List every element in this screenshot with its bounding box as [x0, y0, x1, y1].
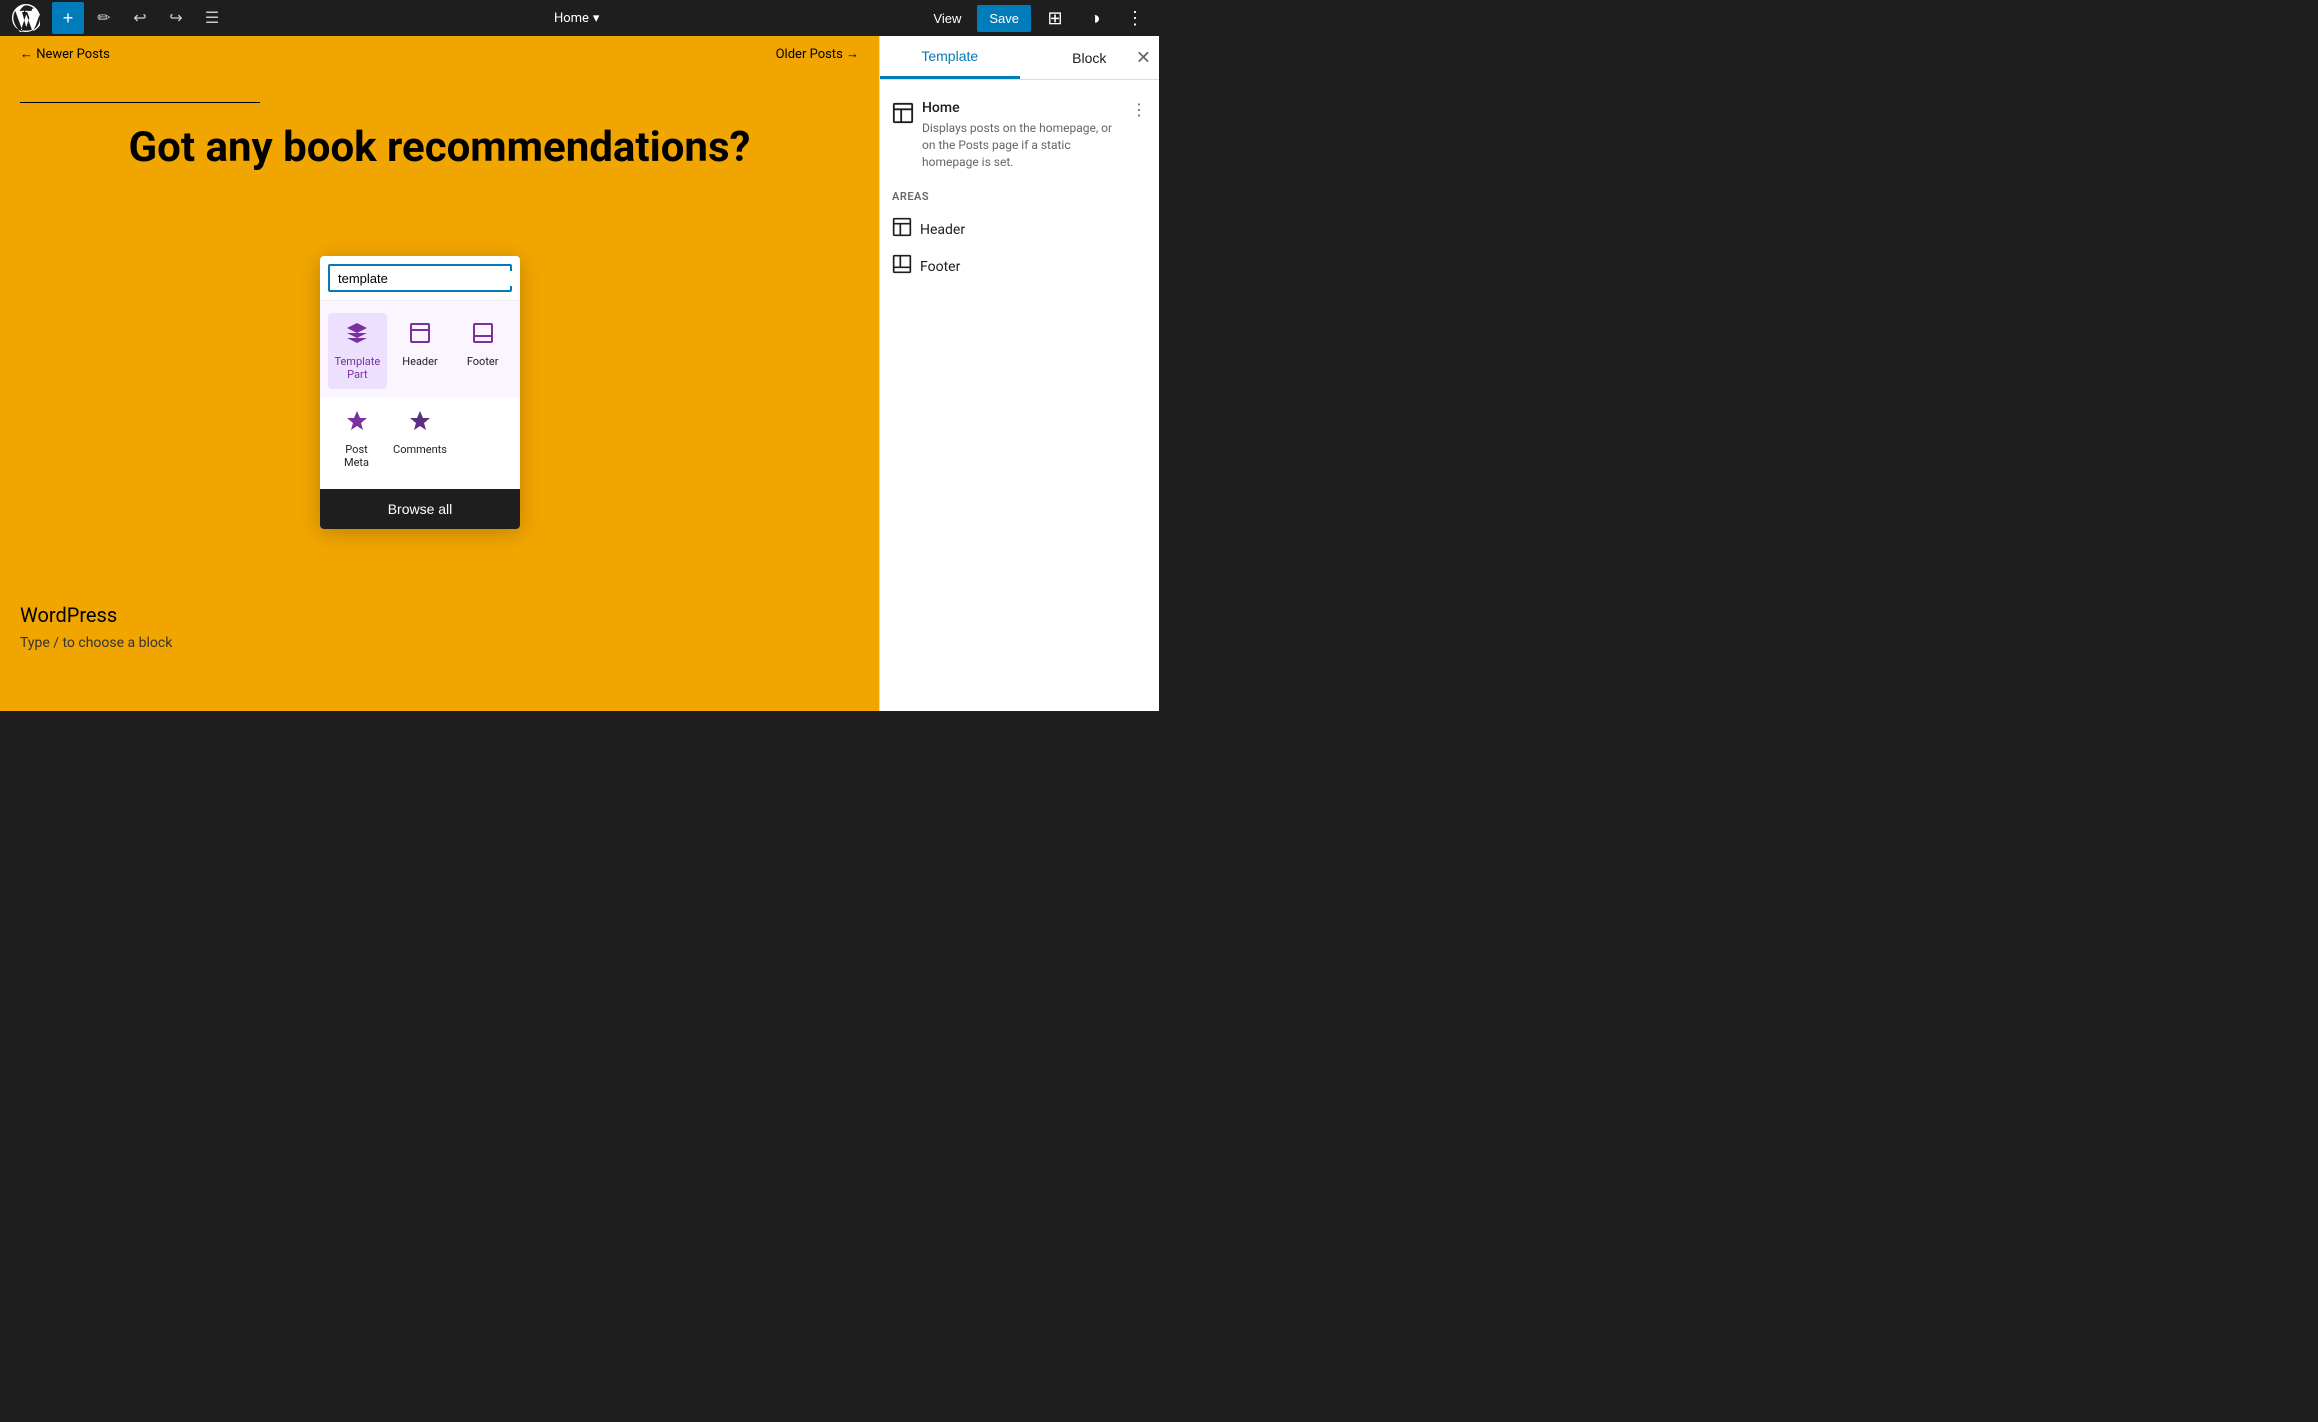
page-title[interactable]: Home ▾	[232, 11, 921, 26]
newer-posts-link[interactable]: ← Newer Posts	[20, 46, 110, 62]
block-hint: Type / to choose a block	[20, 635, 172, 651]
clear-search-icon[interactable]: ✕	[518, 270, 520, 286]
template-part-label: Template Part	[332, 355, 383, 381]
canvas: ← Newer Posts Older Posts → Got any book…	[0, 36, 879, 711]
list-view-button[interactable]: ☰	[196, 2, 228, 34]
undo-button[interactable]: ↩	[124, 2, 156, 34]
comments-label: Comments	[393, 443, 447, 456]
inserter-search-inner: ✕	[328, 264, 512, 292]
add-block-button[interactable]: +	[52, 2, 84, 34]
template-more-button[interactable]: ⋮	[1131, 100, 1147, 120]
canvas-footer-area: WordPress Type / to choose a block	[20, 603, 172, 651]
site-name: WordPress	[20, 603, 172, 627]
template-info: Home Displays posts on the homepage, or …	[922, 100, 1123, 170]
inserter-item-footer[interactable]: Footer	[453, 313, 512, 389]
inserter-item-template-part[interactable]: Template Part	[328, 313, 387, 389]
canvas-divider	[20, 102, 260, 103]
tab-template[interactable]: Template	[880, 36, 1020, 79]
comments-icon	[408, 409, 432, 439]
template-part-icon	[345, 321, 369, 351]
toolbar-right: View Save ⊞ ◑ ⋮	[925, 2, 1151, 34]
template-icon	[892, 102, 914, 129]
inserter-item-post-meta[interactable]: Post Meta	[328, 401, 385, 477]
view-button[interactable]: View	[925, 11, 969, 26]
header-icon	[408, 321, 432, 351]
block-inserter: ✕ Template Part Header	[320, 256, 520, 529]
save-button[interactable]: Save	[977, 5, 1031, 32]
canvas-content: Got any book recommendations?	[0, 72, 879, 173]
older-posts-link[interactable]: Older Posts →	[776, 46, 859, 62]
close-sidebar-button[interactable]: ✕	[1136, 47, 1151, 68]
theme-toggle-button[interactable]: ◑	[1079, 2, 1111, 34]
canvas-nav: ← Newer Posts Older Posts →	[0, 36, 879, 72]
edit-tool-button[interactable]: ✏	[88, 2, 120, 34]
redo-button[interactable]: ↪	[160, 2, 192, 34]
more-options-button[interactable]: ⋮	[1119, 2, 1151, 34]
sidebar-content: Home Displays posts on the homepage, or …	[880, 80, 1159, 711]
header-label: Header	[402, 355, 437, 368]
template-name: Home	[922, 100, 1123, 116]
inserter-search-input[interactable]	[338, 271, 514, 286]
sidebar-tabs: Template Block ✕	[880, 36, 1159, 80]
footer-label: Footer	[467, 355, 499, 368]
canvas-heading: Got any book recommendations?	[20, 123, 859, 173]
inserter-item-header[interactable]: Header	[391, 313, 450, 389]
browse-all-button[interactable]: Browse all	[320, 489, 520, 529]
footer-icon	[471, 321, 495, 351]
toolbar: + ✏ ↩ ↪ ☰ Home ▾ View Save ⊞ ◑ ⋮	[0, 0, 1159, 36]
footer-area-name: Footer	[920, 259, 960, 275]
post-meta-icon	[345, 409, 369, 439]
sidebar: Template Block ✕ Home Displays posts on …	[879, 36, 1159, 711]
wp-logo[interactable]	[8, 0, 44, 36]
areas-label: AREAS	[892, 190, 1147, 203]
header-area-icon	[892, 217, 912, 242]
main-layout: ← Newer Posts Older Posts → Got any book…	[0, 36, 1159, 711]
footer-area-icon	[892, 254, 912, 279]
canvas-heading-text: Got any book recommendations?	[20, 123, 859, 173]
template-description: Displays posts on the homepage, or on th…	[922, 120, 1123, 170]
inserter-item-comments[interactable]: Comments	[389, 401, 451, 477]
header-area-name: Header	[920, 222, 965, 238]
area-item-header[interactable]: Header	[892, 211, 1147, 248]
inserter-search-area: ✕	[320, 256, 520, 301]
layout-button[interactable]: ⊞	[1039, 2, 1071, 34]
post-meta-label: Post Meta	[332, 443, 381, 469]
area-item-footer[interactable]: Footer	[892, 248, 1147, 285]
template-item: Home Displays posts on the homepage, or …	[892, 92, 1147, 178]
